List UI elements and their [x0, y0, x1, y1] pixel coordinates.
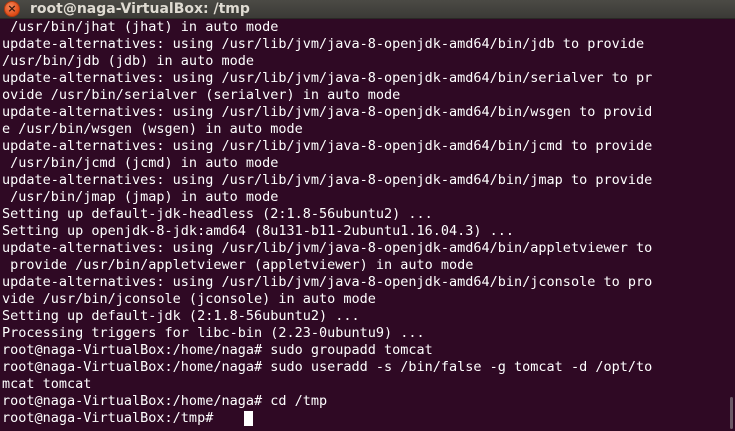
terminal-line: Setting up default-jdk (2:1.8-56ubuntu2)… [2, 308, 360, 324]
terminal-line: ovide /usr/bin/serialver (serialver) in … [2, 87, 401, 103]
terminal-output[interactable]: /usr/bin/jhat (jhat) in auto mode update… [0, 19, 728, 431]
text-cursor [244, 411, 253, 426]
terminal-line: update-alternatives: using /usr/lib/jvm/… [2, 240, 653, 256]
terminal-line: vide /usr/bin/jconsole (jconsole) in aut… [2, 291, 376, 307]
terminal-prompt: root@naga-VirtualBox:/tmp# [2, 410, 222, 426]
terminal-line: e /usr/bin/wsgen (wsgen) in auto mode [2, 121, 303, 137]
terminal-line: update-alternatives: using /usr/lib/jvm/… [2, 104, 653, 120]
close-icon: × [7, 2, 17, 15]
terminal-line: update-alternatives: using /usr/lib/jvm/… [2, 274, 653, 290]
terminal-line: mcat tomcat [2, 376, 92, 392]
terminal-line: Setting up default-jdk-headless (2:1.8-5… [2, 206, 433, 222]
terminal-line: update-alternatives: using /usr/lib/jvm/… [2, 138, 653, 154]
terminal-window: × root@naga-VirtualBox: /tmp /usr/bin/jh… [0, 0, 735, 431]
terminal-line: root@naga-VirtualBox:/home/naga# sudo gr… [2, 342, 433, 358]
terminal-line: Setting up openjdk-8-jdk:amd64 (8u131-b1… [2, 223, 515, 239]
terminal-line: Processing triggers for libc-bin (2.23-0… [2, 325, 425, 341]
terminal-line: update-alternatives: using /usr/lib/jvm/… [2, 70, 653, 86]
window-title: root@naga-VirtualBox: /tmp [30, 1, 250, 17]
title-bar[interactable]: × root@naga-VirtualBox: /tmp [0, 0, 735, 19]
terminal-line: /usr/bin/jcmd (jcmd) in auto mode [2, 155, 279, 171]
terminal-line: /usr/bin/jmap (jmap) in auto mode [2, 189, 279, 205]
terminal-line: root@naga-VirtualBox:/home/naga# cd /tmp [2, 393, 328, 409]
scrollbar[interactable] [730, 397, 733, 429]
close-button[interactable]: × [4, 1, 20, 17]
terminal-line: /usr/bin/jhat (jhat) in auto mode [2, 19, 279, 35]
terminal-line: update-alternatives: using /usr/lib/jvm/… [2, 36, 645, 52]
terminal-line: /usr/bin/jdb (jdb) in auto mode [2, 53, 254, 69]
terminal-line: root@naga-VirtualBox:/home/naga# sudo us… [2, 359, 653, 375]
terminal-line: update-alternatives: using /usr/lib/jvm/… [2, 172, 653, 188]
terminal-line: provide /usr/bin/appletviewer (appletvie… [2, 257, 474, 273]
